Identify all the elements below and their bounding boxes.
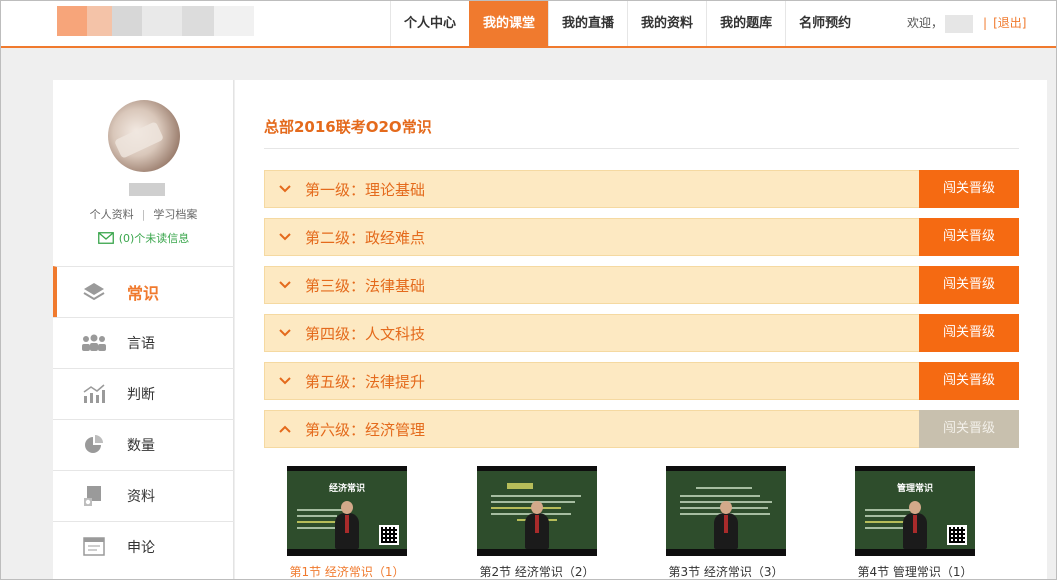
presenter-figure bbox=[525, 501, 549, 549]
level-row-6[interactable]: 第六级：经济管理 闯关晋级 bbox=[264, 410, 1019, 448]
video-thumbnail[interactable] bbox=[477, 466, 597, 556]
sidebar-item-label: 判断 bbox=[127, 387, 155, 403]
presenter-figure bbox=[903, 501, 927, 549]
level-list: 第一级：理论基础 闯关晋级 第二级：政经难点 闯关晋级 第三级：法律基础 闯关晋… bbox=[264, 170, 1019, 458]
document-icon bbox=[81, 485, 107, 507]
nav-teacher-booking[interactable]: 名师预约 bbox=[785, 1, 864, 46]
lesson-card[interactable]: 管理常识 第4节 管理常识（1） bbox=[840, 466, 990, 579]
sidebar: 个人资料 | 学习档案 (0)个未读信息 常识 言语 判断 数量 资料 申论 bbox=[53, 80, 234, 579]
chevron-down-icon[interactable] bbox=[265, 185, 305, 193]
presenter-figure bbox=[335, 501, 359, 549]
level-advance-button[interactable]: 闯关晋级 bbox=[919, 218, 1019, 256]
lesson-caption: 第2节 经济常识（2） bbox=[479, 565, 595, 579]
site-logo[interactable] bbox=[57, 6, 257, 36]
lesson-caption: 第4节 管理常识（1） bbox=[857, 565, 973, 579]
title-divider bbox=[264, 148, 1019, 149]
level-advance-button[interactable]: 闯关晋级 bbox=[919, 266, 1019, 304]
main-content: 总部2016联考O2O常识 第一级：理论基础 闯关晋级 第二级：政经难点 闯关晋… bbox=[235, 80, 1047, 579]
level-row-3[interactable]: 第三级：法律基础 闯关晋级 bbox=[264, 266, 1019, 304]
level-name: 第三级：法律基础 bbox=[305, 276, 426, 295]
level-row-4[interactable]: 第四级：人文科技 闯关晋级 bbox=[264, 314, 1019, 352]
level-advance-button-disabled: 闯关晋级 bbox=[919, 410, 1019, 448]
level-advance-button[interactable]: 闯关晋级 bbox=[919, 314, 1019, 352]
chevron-down-icon[interactable] bbox=[265, 281, 305, 289]
main-nav: 个人中心 我的课堂 我的直播 我的资料 我的题库 名师预约 bbox=[390, 1, 864, 46]
welcome-text: 欢迎， bbox=[907, 16, 944, 30]
level-name: 第五级：法律提升 bbox=[305, 372, 426, 391]
thumbnail-title: 经济常识 bbox=[328, 484, 365, 494]
level-name: 第四级：人文科技 bbox=[305, 324, 426, 343]
qr-code-icon bbox=[947, 525, 967, 545]
sidebar-item-label: 资料 bbox=[127, 489, 155, 505]
sidebar-item-verbal[interactable]: 言语 bbox=[53, 317, 234, 368]
chevron-down-icon[interactable] bbox=[265, 233, 305, 241]
sidebar-item-judgment[interactable]: 判断 bbox=[53, 368, 234, 419]
level-row-1[interactable]: 第一级：理论基础 闯关晋级 bbox=[264, 170, 1019, 208]
layers-icon bbox=[81, 281, 107, 303]
video-thumbnail[interactable]: 管理常识 bbox=[855, 466, 975, 556]
unread-messages-link[interactable]: (0)个未读信息 bbox=[53, 230, 234, 246]
video-thumbnail[interactable]: 经济常识 bbox=[287, 466, 407, 556]
profile-links: 个人资料 | 学习档案 bbox=[53, 206, 234, 222]
welcome-separator: | bbox=[983, 16, 988, 30]
lesson-list: 经济常识 第1节 经济常识（1） 第2节 经济常识（2） 第3节 经济常识（3）… bbox=[264, 466, 1019, 579]
app-window: 个人中心 我的课堂 我的直播 我的资料 我的题库 名师预约 欢迎， | [退出]… bbox=[0, 0, 1057, 580]
unread-messages-text: (0)个未读信息 bbox=[118, 232, 190, 245]
people-icon bbox=[81, 332, 107, 354]
chevron-down-icon[interactable] bbox=[265, 377, 305, 385]
nav-my-classroom[interactable]: 我的课堂 bbox=[469, 1, 549, 46]
thumbnail-title: 管理常识 bbox=[896, 484, 933, 494]
top-bar: 个人中心 我的课堂 我的直播 我的资料 我的题库 名师预约 欢迎， | [退出] bbox=[1, 1, 1056, 48]
nav-personal-center[interactable]: 个人中心 bbox=[390, 1, 469, 46]
lesson-card[interactable]: 第2节 经济常识（2） bbox=[462, 466, 612, 579]
sidebar-item-label: 申论 bbox=[127, 540, 155, 556]
chevron-up-icon[interactable] bbox=[265, 425, 305, 433]
level-name: 第一级：理论基础 bbox=[305, 180, 426, 199]
sidebar-item-quantitative[interactable]: 数量 bbox=[53, 419, 234, 470]
subject-menu: 常识 言语 判断 数量 资料 申论 bbox=[53, 266, 234, 572]
profile-links-divider: | bbox=[141, 208, 146, 221]
pie-chart-icon bbox=[81, 434, 107, 456]
sidebar-item-essay[interactable]: 申论 bbox=[53, 521, 234, 572]
lesson-card[interactable]: 经济常识 第1节 经济常识（1） bbox=[272, 466, 422, 579]
logout-link[interactable]: [退出] bbox=[993, 1, 1026, 46]
welcome-area: 欢迎， | [退出] bbox=[907, 1, 1026, 46]
chart-trend-icon bbox=[81, 383, 107, 405]
nav-my-live[interactable]: 我的直播 bbox=[548, 1, 627, 46]
username-blurred bbox=[945, 14, 974, 33]
qr-code-icon bbox=[379, 525, 399, 545]
learning-archive-link[interactable]: 学习档案 bbox=[153, 208, 197, 221]
level-name: 第二级：政经难点 bbox=[305, 228, 426, 247]
lesson-caption: 第3节 经济常识（3） bbox=[668, 565, 784, 579]
nav-my-materials[interactable]: 我的资料 bbox=[627, 1, 706, 46]
avatar[interactable] bbox=[108, 100, 180, 172]
sidebar-item-label: 常识 bbox=[127, 284, 160, 303]
presenter-figure bbox=[714, 501, 738, 549]
sidebar-item-label: 言语 bbox=[127, 336, 155, 352]
window-icon bbox=[81, 536, 107, 558]
nav-my-question-bank[interactable]: 我的题库 bbox=[706, 1, 785, 46]
video-thumbnail[interactable] bbox=[666, 466, 786, 556]
level-row-2[interactable]: 第二级：政经难点 闯关晋级 bbox=[264, 218, 1019, 256]
page-title: 总部2016联考O2O常识 bbox=[264, 118, 432, 136]
chevron-down-icon[interactable] bbox=[265, 329, 305, 337]
sidebar-item-label: 数量 bbox=[127, 438, 155, 454]
lesson-card[interactable]: 第3节 经济常识（3） bbox=[651, 466, 801, 579]
profile-link[interactable]: 个人资料 bbox=[90, 208, 134, 221]
user-name-blurred bbox=[129, 183, 165, 196]
lesson-caption: 第1节 经济常识（1） bbox=[289, 565, 405, 579]
level-advance-button[interactable]: 闯关晋级 bbox=[919, 362, 1019, 400]
sidebar-item-common-sense[interactable]: 常识 bbox=[53, 266, 234, 317]
sidebar-item-data-analysis[interactable]: 资料 bbox=[53, 470, 234, 521]
mail-icon bbox=[97, 232, 114, 244]
level-row-5[interactable]: 第五级：法律提升 闯关晋级 bbox=[264, 362, 1019, 400]
level-name: 第六级：经济管理 bbox=[305, 420, 426, 439]
level-advance-button[interactable]: 闯关晋级 bbox=[919, 170, 1019, 208]
